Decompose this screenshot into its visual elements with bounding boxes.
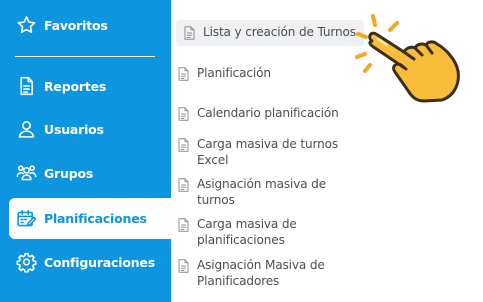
gear-icon [16, 252, 37, 273]
group-icon [16, 163, 37, 184]
sidebar-item-planificaciones[interactable]: Planificaciones [9, 198, 172, 239]
star-icon [16, 15, 37, 36]
sidebar-item-grupos[interactable]: Grupos [0, 153, 171, 193]
sidebar-item-configuraciones[interactable]: Configuraciones [0, 242, 171, 282]
sidebar-item-label: Planificaciones [44, 211, 147, 226]
sidebar-item-usuarios[interactable]: Usuarios [0, 109, 171, 149]
submenu-item-label: Asignación masiva de turnos [197, 177, 326, 207]
submenu-item-carga-planificaciones[interactable]: Carga masiva de planificaciones [178, 217, 358, 248]
submenu-item-label: Lista y creación de Turnos [203, 25, 356, 39]
user-icon [16, 119, 37, 140]
sidebar-item-label: Configuraciones [44, 254, 155, 270]
sidebar-item-reportes[interactable]: Reportes [0, 66, 171, 106]
document-icon [178, 218, 189, 232]
document-icon [178, 259, 189, 273]
submenu-item-label: Carga masiva de turnos Excel [197, 137, 339, 167]
submenu-item-planificacion[interactable]: Planificación [178, 66, 358, 82]
submenu-item-lista-turnos[interactable]: Lista y creación de Turnos [176, 20, 364, 46]
submenu-item-label: Calendario planificación [197, 106, 339, 120]
submenu-item-calendario[interactable]: Calendario planificación [178, 106, 358, 122]
submenu-item-asignacion-turnos[interactable]: Asignación masiva de turnos [178, 177, 358, 208]
submenu-item-label: Planificación [197, 66, 271, 80]
submenu-item-carga-turnos[interactable]: Carga masiva de turnos Excel [178, 137, 358, 168]
sidebar-item-label: Favoritos [44, 17, 108, 33]
document-icon [178, 178, 189, 192]
submenu-item-asignacion-planificadores[interactable]: Asignación Masiva de Planificadores [178, 258, 358, 289]
sidebar-item-label: Reportes [44, 78, 107, 94]
document-icon [178, 107, 189, 121]
report-icon [16, 76, 37, 97]
pointing-hand-icon [354, 8, 474, 108]
calendar-edit-icon [16, 208, 37, 229]
document-icon [178, 138, 189, 152]
submenu-item-label: Asignación Masiva de Planificadores [197, 258, 325, 288]
sidebar-item-label: Usuarios [44, 121, 104, 137]
document-icon [178, 67, 189, 81]
submenu-item-label: Carga masiva de planificaciones [197, 217, 297, 247]
sidebar-item-label: Grupos [44, 165, 94, 181]
sidebar: Favoritos Reportes Usuarios Grupos Plani… [0, 0, 172, 302]
document-icon [184, 26, 195, 40]
sidebar-item-favoritos[interactable]: Favoritos [0, 5, 171, 45]
sidebar-divider [15, 56, 155, 57]
